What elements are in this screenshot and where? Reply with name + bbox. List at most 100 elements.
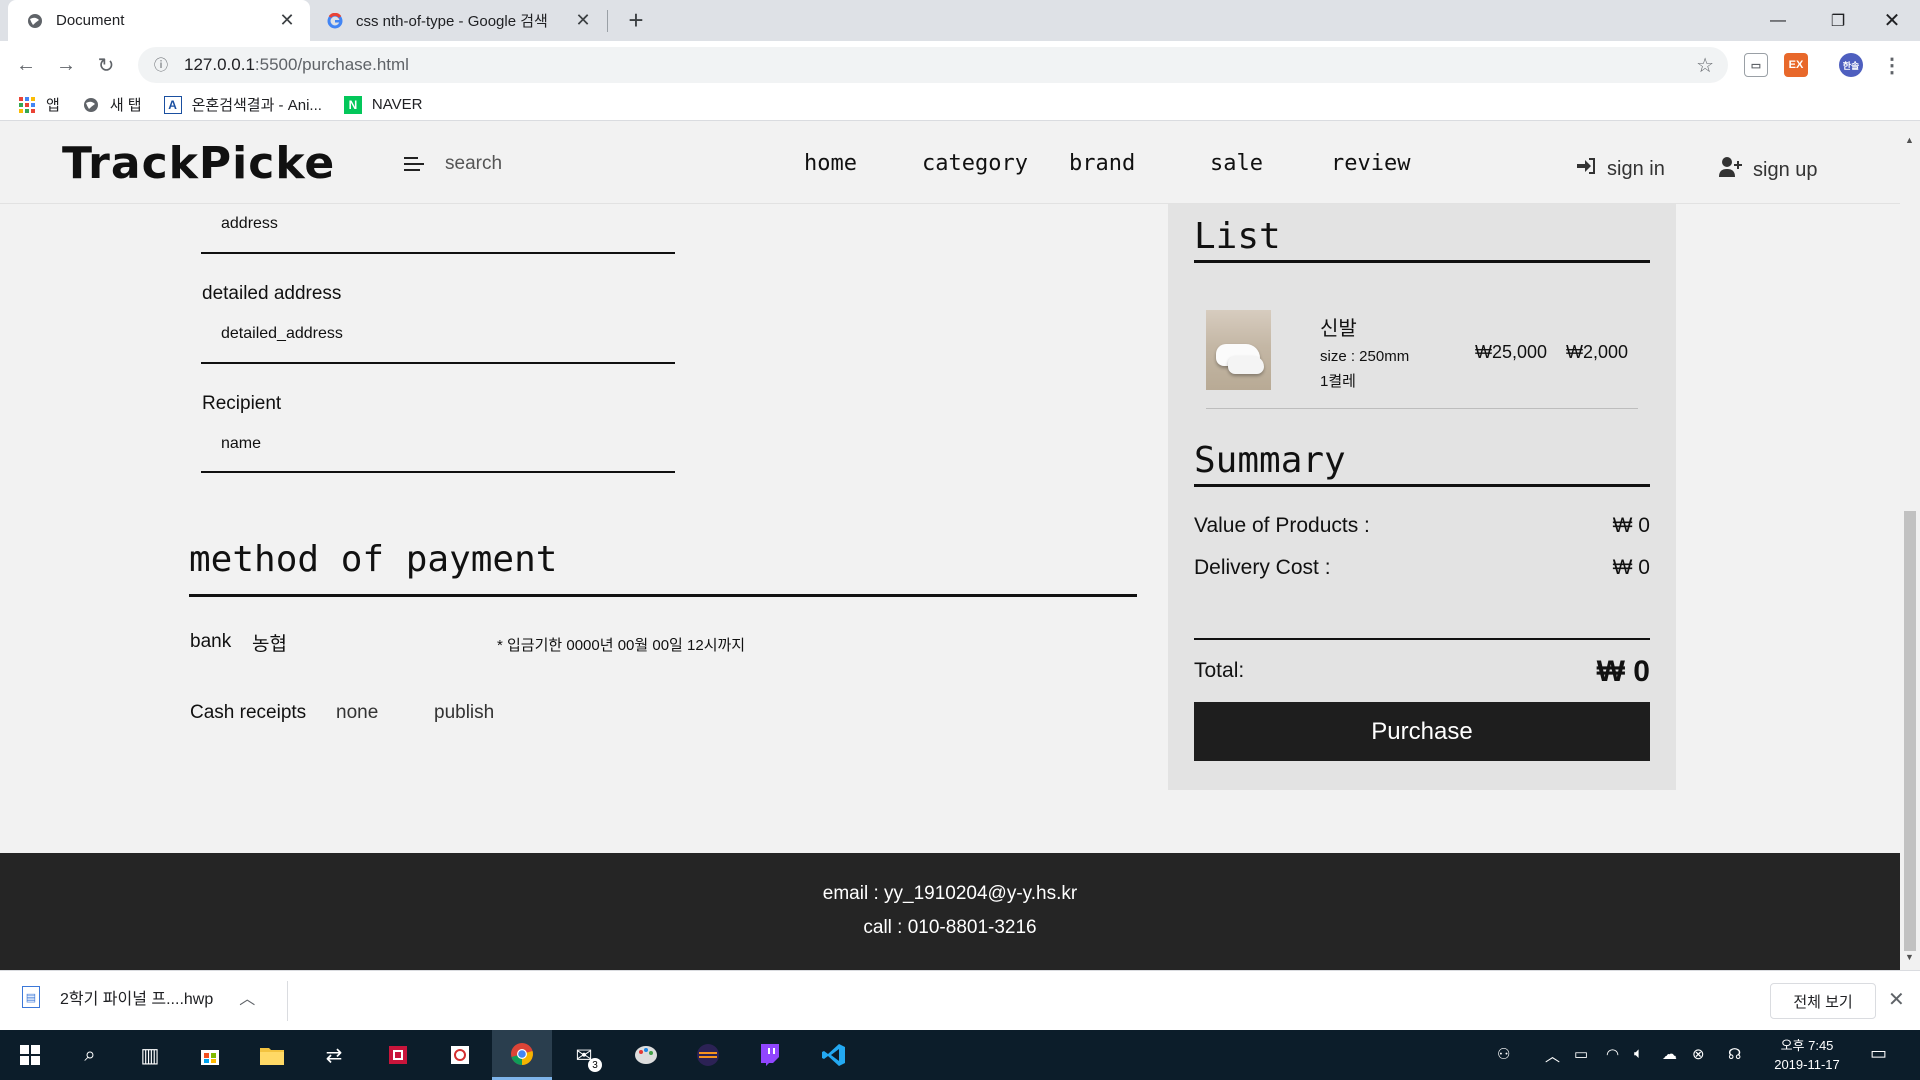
onedrive-icon[interactable]: ☁: [1662, 1045, 1677, 1063]
bookmark-new-tab[interactable]: 새 탭: [82, 94, 142, 115]
new-tab-plus-icon[interactable]: +: [622, 6, 650, 34]
volume-icon[interactable]: 🔈︎: [1634, 1045, 1643, 1062]
product-name: 신발: [1320, 318, 1357, 340]
sync-app-icon[interactable]: ⇄: [304, 1030, 364, 1080]
file-explorer-icon[interactable]: [242, 1030, 302, 1080]
search-icon[interactable]: ⌕: [60, 1030, 120, 1080]
bank-name: 농협: [252, 634, 287, 655]
google-icon: [326, 12, 344, 30]
payment-section-divider: [189, 594, 1137, 597]
close-icon[interactable]: ✕: [274, 10, 300, 31]
search-input[interactable]: search: [445, 153, 502, 175]
scroll-down-icon[interactable]: ▼: [1905, 952, 1914, 962]
scrollbar-thumb[interactable]: [1904, 511, 1916, 951]
profile-avatar[interactable]: 한솔: [1839, 53, 1863, 77]
payment-section-title: method of payment: [189, 539, 558, 580]
minimize-icon[interactable]: —: [1748, 0, 1808, 41]
scroll-up-icon[interactable]: ▲: [1905, 135, 1914, 145]
cash-receipts-label: Cash receipts: [190, 702, 307, 723]
sign-in-link[interactable]: sign in: [1577, 157, 1665, 181]
detailed-address-label: detailed address: [202, 283, 342, 304]
bookmark-ani[interactable]: A 온혼검색결과 - Ani...: [163, 94, 322, 115]
windows-start-icon[interactable]: [0, 1030, 60, 1080]
bookmark-naver[interactable]: N NAVER: [343, 95, 423, 114]
window-close-icon[interactable]: ✕: [1862, 0, 1920, 41]
site-header: TrackPicke search home category brand sa…: [0, 121, 1900, 204]
tab-document[interactable]: Document ✕: [8, 0, 310, 41]
people-icon[interactable]: ⚇: [1497, 1045, 1510, 1063]
address-field[interactable]: address: [221, 215, 278, 233]
clock-time: 오후 7:45: [1780, 1038, 1834, 1053]
media-app-icon[interactable]: [368, 1030, 428, 1080]
order-summary-panel: List 신발 size : 250mm 1켤레 ₩25,000 ₩2,000 …: [1168, 204, 1676, 790]
product-price: ₩25,000: [1475, 342, 1548, 362]
delivery-cost-label: Delivery Cost :: [1194, 556, 1331, 579]
url-text: 127.0.0.1:5500/purchase.html: [184, 55, 409, 74]
tab-title: Document: [56, 12, 125, 29]
detailed-address-field[interactable]: detailed_address: [221, 325, 343, 343]
menu-icon[interactable]: [404, 157, 424, 175]
refresh-app-icon[interactable]: [430, 1030, 490, 1080]
restore-icon[interactable]: ❐: [1808, 0, 1868, 41]
more-menu-icon[interactable]: ⋮: [1880, 53, 1904, 77]
summary-title: Summary: [1194, 440, 1346, 481]
extension-ex-icon[interactable]: EX: [1784, 53, 1808, 77]
page-scrollbar[interactable]: ▲ ▼: [1900, 121, 1920, 970]
footer-email: email : yy_1910204@y-y.hs.kr: [822, 883, 1078, 904]
eclipse-icon[interactable]: [678, 1030, 738, 1080]
download-item[interactable]: ▤ 2학기 파이널 프....hwp ︿: [22, 985, 255, 1009]
close-download-bar-icon[interactable]: ✕: [1888, 987, 1905, 1012]
list-title: List: [1194, 216, 1281, 257]
bookmark-star-icon[interactable]: ☆: [1696, 53, 1714, 78]
error-badge-icon[interactable]: ⊗: [1692, 1045, 1705, 1063]
twitch-icon[interactable]: [740, 1030, 800, 1080]
task-view-icon[interactable]: ▥: [120, 1030, 180, 1080]
value-of-products-amount: ₩ 0: [1612, 514, 1650, 537]
cast-icon[interactable]: ▭: [1744, 53, 1768, 77]
tab-google-search[interactable]: css nth-of-type - Google 검색 ✕: [314, 0, 606, 41]
nav-sale[interactable]: sale: [1210, 151, 1263, 176]
chrome-icon[interactable]: [492, 1030, 552, 1080]
detailed-address-underline: [201, 362, 675, 364]
vscode-icon[interactable]: [804, 1030, 864, 1080]
chevron-up-icon[interactable]: ︿: [239, 985, 255, 1009]
show-hidden-icons-chevron-icon[interactable]: ︿: [1545, 1045, 1560, 1066]
paint-app-icon[interactable]: [616, 1030, 676, 1080]
product-quantity: 1켤레: [1320, 373, 1356, 390]
taskbar-clock[interactable]: 오후 7:45 2019-11-17: [1762, 1036, 1852, 1074]
purchase-button[interactable]: Purchase: [1194, 702, 1650, 761]
clock-date: 2019-11-17: [1774, 1057, 1840, 1072]
bookmark-apps[interactable]: 앱: [18, 94, 60, 115]
nav-brand[interactable]: brand: [1069, 151, 1135, 176]
product-delivery-fee: ₩2,000: [1566, 342, 1629, 362]
store-icon[interactable]: [180, 1030, 240, 1080]
bookmark-label: 온혼검색결과 - Ani...: [191, 97, 322, 114]
tab-divider: [607, 10, 608, 32]
info-icon[interactable]: ⓘ: [150, 54, 172, 76]
forward-arrow-icon[interactable]: →: [50, 49, 82, 81]
reload-icon[interactable]: ↻: [90, 49, 122, 81]
item-divider: [1206, 408, 1638, 409]
battery-icon[interactable]: ▭: [1574, 1045, 1588, 1063]
cash-receipt-none-option[interactable]: none: [336, 702, 378, 724]
address-bar[interactable]: ⓘ 127.0.0.1:5500/purchase.html ☆: [138, 47, 1728, 83]
bookmark-label: 앱: [46, 97, 60, 114]
letter-a-icon: A: [163, 95, 182, 114]
cash-receipt-publish-option[interactable]: publish: [434, 702, 494, 724]
sign-in-label: sign in: [1607, 157, 1665, 180]
mail-icon[interactable]: ✉ 3: [554, 1030, 614, 1080]
show-all-downloads-button[interactable]: 전체 보기: [1770, 983, 1876, 1019]
recipient-field[interactable]: name: [221, 435, 261, 453]
nav-category[interactable]: category: [922, 151, 1028, 176]
wifi-icon[interactable]: ◠: [1606, 1045, 1619, 1063]
back-arrow-icon[interactable]: ←: [10, 49, 42, 81]
bookmarks-bar: 앱 새 탭 A 온혼검색결과 - Ani... N NAVER: [0, 89, 1920, 121]
nav-review[interactable]: review: [1331, 151, 1410, 176]
action-center-icon[interactable]: ▭: [1870, 1043, 1887, 1064]
close-icon[interactable]: ✕: [570, 10, 596, 31]
site-logo[interactable]: TrackPicke: [62, 138, 335, 189]
nav-home[interactable]: home: [804, 151, 857, 176]
recipient-label: Recipient: [202, 393, 282, 414]
sign-up-link[interactable]: sign up: [1719, 157, 1818, 183]
input-method-icon[interactable]: ☊: [1728, 1045, 1741, 1063]
